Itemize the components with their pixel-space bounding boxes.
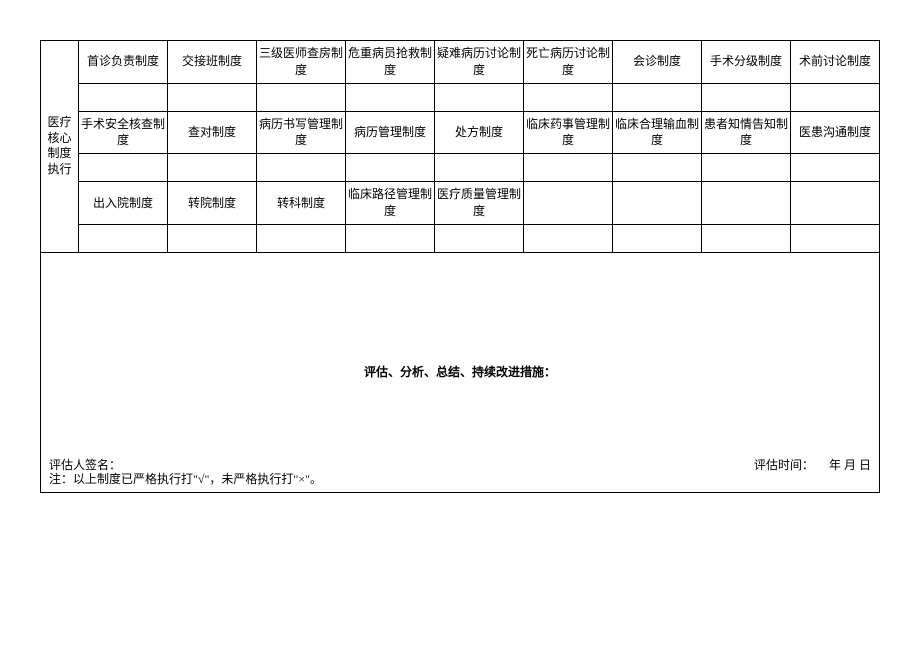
r3c7 [613,182,702,225]
r3c3: 转科制度 [257,182,346,225]
time-value: 年 月 日 [829,458,871,472]
r2b2[interactable] [168,154,257,182]
r1b3[interactable] [257,83,346,111]
r1c1: 首诊负责制度 [79,41,168,84]
r3b6[interactable] [524,224,613,252]
row1-labels: 医疗核心制度执行 首诊负责制度 交接班制度 三级医师查房制度 危重病员抢救制度 … [41,41,880,84]
r3b4[interactable] [346,224,435,252]
row2-labels: 手术安全核查制度 查对制度 病历书写管理制度 病历管理制度 处方制度 临床药事管… [41,111,880,154]
r2c5: 处方制度 [435,111,524,154]
r1c6: 死亡病历讨论制度 [524,41,613,84]
section-header: 医疗核心制度执行 [41,41,79,253]
time-block: 评估时间： 年 月 日 [754,457,871,474]
r2b3[interactable] [257,154,346,182]
r2b1[interactable] [79,154,168,182]
r1b6[interactable] [524,83,613,111]
core-system-table: 医疗核心制度执行 首诊负责制度 交接班制度 三级医师查房制度 危重病员抢救制度 … [40,40,880,493]
r1c3: 三级医师查房制度 [257,41,346,84]
r1b8[interactable] [702,83,791,111]
r3b8[interactable] [702,224,791,252]
r3c8 [702,182,791,225]
assessment-row: 评估、分析、总结、持续改进措施： 评估人签名： 评估时间： 年 月 日 注：以上… [41,252,880,492]
r1c9: 术前讨论制度 [791,41,880,84]
row1-blanks [41,83,880,111]
r2b9[interactable] [791,154,880,182]
r2b8[interactable] [702,154,791,182]
r2c2: 查对制度 [168,111,257,154]
row2-blanks [41,154,880,182]
r2b6[interactable] [524,154,613,182]
r1b5[interactable] [435,83,524,111]
r3b9[interactable] [791,224,880,252]
r1b9[interactable] [791,83,880,111]
r2b4[interactable] [346,154,435,182]
time-label: 评估时间： [754,458,814,472]
r3b1[interactable] [79,224,168,252]
r3b7[interactable] [613,224,702,252]
footer-note: 注：以上制度已严格执行打"√"，未严格执行打"×"。 [49,471,322,488]
r2c6: 临床药事管理制度 [524,111,613,154]
r2c8: 患者知情告知制度 [702,111,791,154]
r2b5[interactable] [435,154,524,182]
r1c8: 手术分级制度 [702,41,791,84]
r3c9 [791,182,880,225]
r1c7: 会诊制度 [613,41,702,84]
section-header-text: 医疗核心制度执行 [43,115,76,177]
r3c1: 出入院制度 [79,182,168,225]
r1b4[interactable] [346,83,435,111]
row3-blanks [41,224,880,252]
r3b5[interactable] [435,224,524,252]
r1c2: 交接班制度 [168,41,257,84]
r3c6 [524,182,613,225]
r1c5: 疑难病历讨论制度 [435,41,524,84]
r3c5: 医疗质量管理制度 [435,182,524,225]
r1b7[interactable] [613,83,702,111]
r2c1: 手术安全核查制度 [79,111,168,154]
r2c4: 病历管理制度 [346,111,435,154]
r1b1[interactable] [79,83,168,111]
r3b2[interactable] [168,224,257,252]
assessment-title: 评估、分析、总结、持续改进措施： [364,365,556,379]
r1c4: 危重病员抢救制度 [346,41,435,84]
row3-labels: 出入院制度 转院制度 转科制度 临床路径管理制度 医疗质量管理制度 [41,182,880,225]
r2b7[interactable] [613,154,702,182]
r2c9: 医患沟通制度 [791,111,880,154]
r3b3[interactable] [257,224,346,252]
r1b2[interactable] [168,83,257,111]
assessment-cell[interactable]: 评估、分析、总结、持续改进措施： 评估人签名： 评估时间： 年 月 日 注：以上… [41,252,880,492]
r3c2: 转院制度 [168,182,257,225]
r3c4: 临床路径管理制度 [346,182,435,225]
r2c7: 临床合理输血制度 [613,111,702,154]
r2c3: 病历书写管理制度 [257,111,346,154]
